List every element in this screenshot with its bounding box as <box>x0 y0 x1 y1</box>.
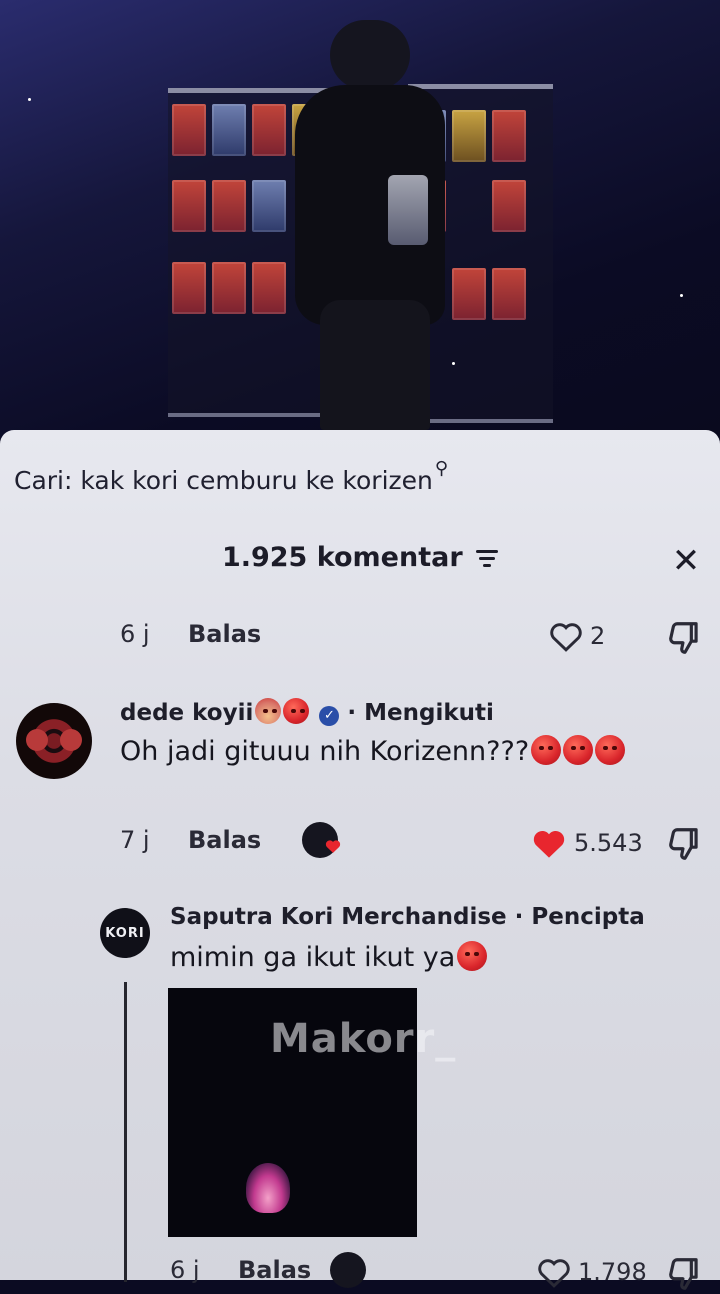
smirk-emoji-icon <box>563 735 594 765</box>
like-count: 1.798 <box>578 1258 647 1286</box>
sparkle <box>680 294 683 297</box>
emoji-icon <box>255 698 282 724</box>
comment-author[interactable]: Saputra Kori Merchandise · Pencipta <box>170 904 645 930</box>
shirt-print <box>388 175 428 245</box>
reply-button[interactable]: Balas <box>188 826 261 854</box>
avatar-text: KORI <box>105 925 145 941</box>
cereal-box <box>172 180 206 232</box>
author-name: Saputra Kori Merchandise <box>170 904 507 930</box>
comments-header: 1.925 komentar <box>0 542 720 573</box>
comment-time: 7 j <box>120 826 150 854</box>
cereal-box <box>252 262 286 314</box>
cereal-box <box>172 262 206 314</box>
search-suggestion[interactable]: Cari: kak kori cemburu ke korizen ⚲ <box>14 458 448 495</box>
comment-count: 1.925 komentar <box>221 542 463 573</box>
cereal-box <box>252 180 286 232</box>
creator-liked-avatar <box>330 1252 366 1288</box>
comment-text: Oh jadi gituuu nih Korizenn??? <box>120 732 680 772</box>
dislike-icon[interactable] <box>666 824 704 864</box>
emoji-icon <box>283 698 310 724</box>
dislike-icon[interactable] <box>666 1254 704 1294</box>
comment-time: 6 j <box>120 620 150 648</box>
cereal-box <box>452 110 486 162</box>
follow-status: · Mengikuti <box>347 700 494 726</box>
cereal-box <box>212 104 246 156</box>
avatar[interactable]: KORI <box>100 908 150 958</box>
cereal-box <box>252 104 286 156</box>
flame-figure <box>246 1163 290 1213</box>
like-button[interactable]: 5.543 <box>530 826 643 860</box>
author-name: dede koyii <box>120 700 254 726</box>
avatar[interactable] <box>16 703 92 779</box>
comment-text: mimin ga ikut ikut ya <box>170 938 488 978</box>
reply-button[interactable]: Balas <box>188 620 261 648</box>
cereal-box <box>172 104 206 156</box>
search-query: kak kori cemburu ke korizen <box>80 466 433 495</box>
cereal-box <box>212 262 246 314</box>
heart-filled-icon <box>533 831 565 858</box>
like-button[interactable]: 2 <box>548 620 605 652</box>
cereal-box <box>492 110 526 162</box>
watermark: Makorr_ <box>270 1016 457 1062</box>
cereal-box <box>212 180 246 232</box>
angry-emoji-icon <box>457 941 488 971</box>
comment-body: Oh jadi gituuu nih Korizenn??? <box>120 736 530 767</box>
smirk-emoji-icon <box>595 735 626 765</box>
comment-body: mimin ga ikut ikut ya <box>170 942 456 973</box>
video-player[interactable] <box>0 0 720 440</box>
like-count: 5.543 <box>574 829 643 857</box>
sort-icon[interactable] <box>476 550 499 568</box>
person-head <box>330 20 410 90</box>
verified-badge-icon: ✓ <box>319 706 340 726</box>
person-legs <box>320 300 430 430</box>
comments-sheet: Cari: kak kori cemburu ke korizen ⚲ 1.925… <box>0 430 720 1290</box>
sparkle <box>452 362 455 365</box>
sparkle <box>28 98 31 101</box>
like-count: 2 <box>590 622 606 650</box>
close-button[interactable]: ✕ <box>667 542 705 580</box>
cereal-box <box>492 180 526 232</box>
like-button[interactable]: 1.798 <box>536 1256 647 1288</box>
cereal-box <box>492 268 526 320</box>
comment-author[interactable]: dede koyii ✓ · Mengikuti <box>120 698 494 726</box>
thread-line <box>124 982 127 1282</box>
heart-outline-icon <box>538 1259 570 1288</box>
search-icon: ⚲ <box>434 458 449 479</box>
search-prefix: Cari: <box>14 466 73 495</box>
cereal-box <box>452 268 486 320</box>
creator-tag: · Pencipta <box>514 904 645 930</box>
heart-filled-icon <box>325 840 341 853</box>
smirk-emoji-icon <box>531 735 562 765</box>
dislike-icon[interactable] <box>666 618 704 658</box>
heart-outline-icon <box>550 623 582 652</box>
